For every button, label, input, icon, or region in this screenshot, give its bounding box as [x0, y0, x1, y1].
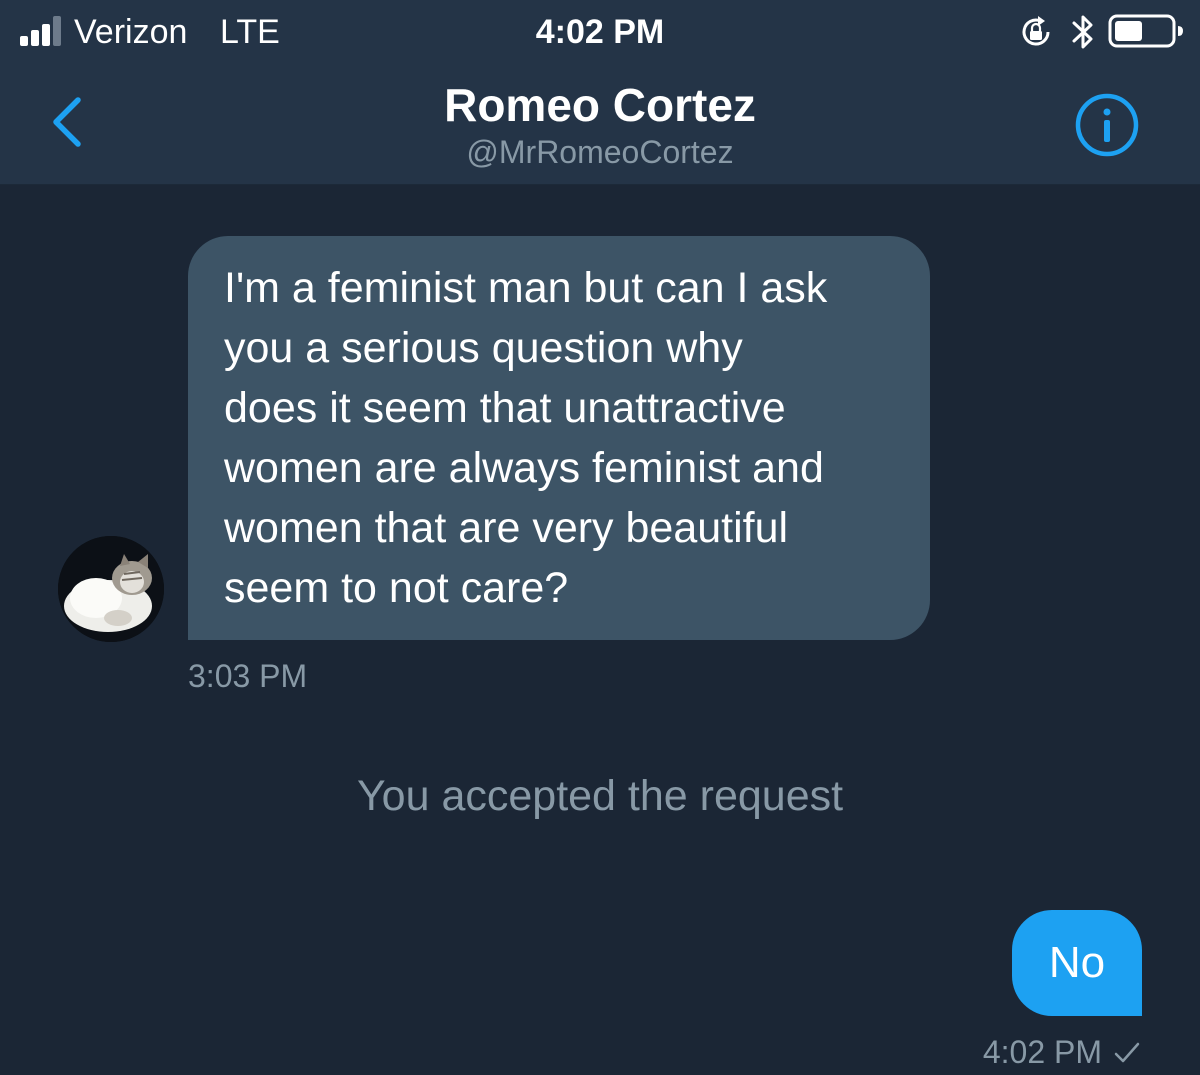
top-bar: Verizon LTE 4:02 PM Romeo Cortez @MrRome…	[0, 0, 1200, 185]
outgoing-message-status: 4:02 PM	[962, 1032, 1140, 1072]
outgoing-message-time: 4:02 PM	[982, 1034, 1102, 1070]
rotation-lock-icon	[1022, 16, 1050, 46]
bluetooth-icon	[1072, 15, 1093, 49]
outgoing-message-bubble[interactable]: No	[1012, 910, 1142, 1016]
contact-name[interactable]: Romeo Cortez	[0, 78, 1200, 132]
incoming-message-time: 3:03 PM	[188, 658, 308, 694]
cat-photo	[58, 536, 164, 642]
incoming-message-bubble[interactable]: I'm a feminist man but can I ask you a s…	[188, 236, 930, 640]
status-bar: Verizon LTE 4:02 PM	[0, 0, 1200, 62]
checkmark-icon	[1114, 1042, 1140, 1063]
info-icon[interactable]	[1074, 92, 1140, 158]
avatar[interactable]	[58, 536, 164, 642]
system-message: You accepted the request	[356, 772, 844, 820]
battery-icon	[1108, 14, 1183, 48]
contact-handle[interactable]: @MrRomeoCortez	[0, 132, 1200, 172]
